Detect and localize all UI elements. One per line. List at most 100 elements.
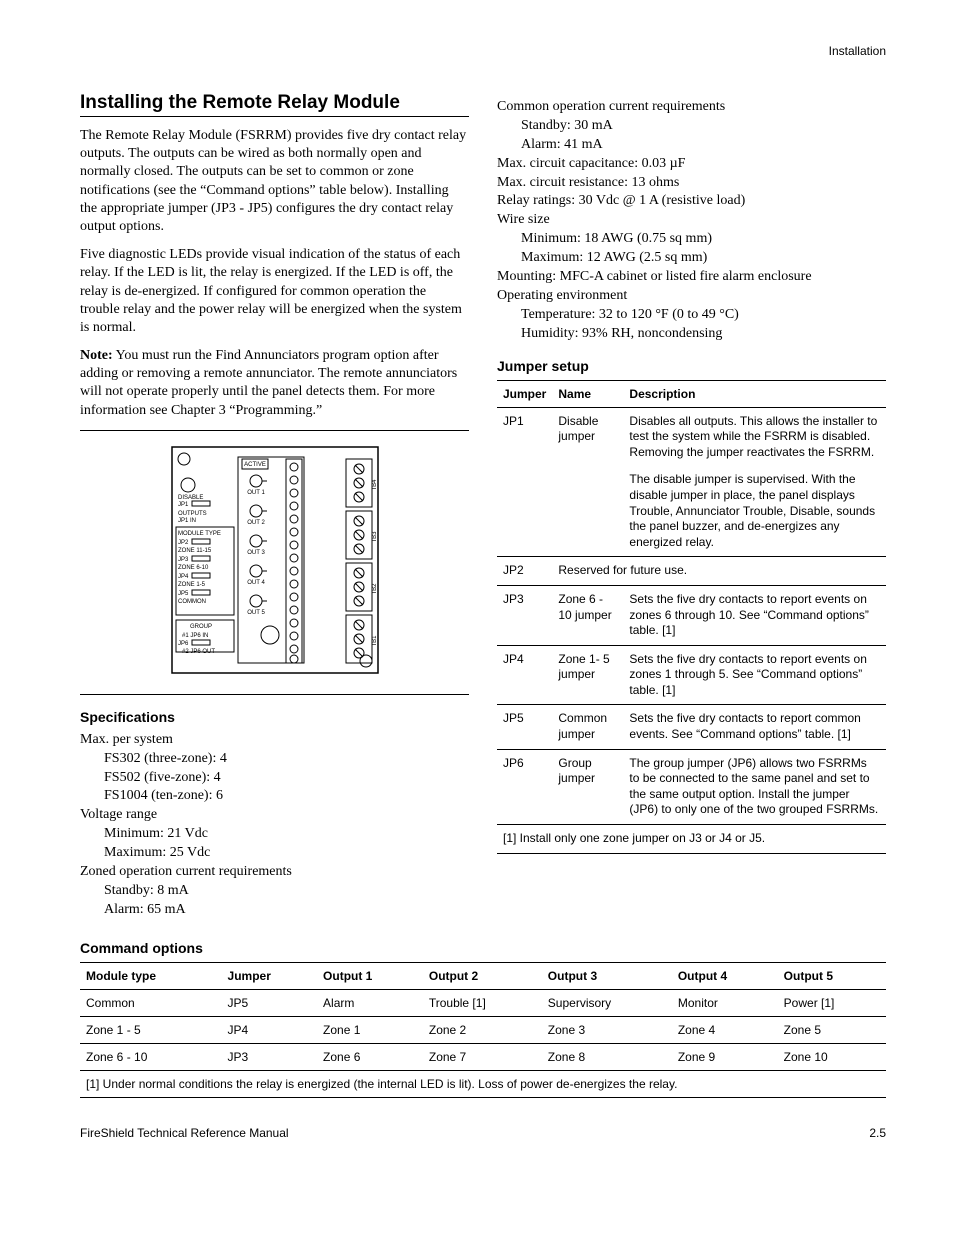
svg-text:JP5: JP5 — [178, 591, 189, 597]
spec-line: Operating environment — [497, 287, 886, 306]
svg-text:JP2: JP2 — [178, 540, 189, 546]
jumper-row: JP3Zone 6 - 10 jumperSets the five dry c… — [497, 585, 886, 645]
cmd-header: Output 1 — [317, 962, 423, 989]
cell-name: Zone 6 - 10 jumper — [552, 585, 623, 645]
cmd-cell: Zone 1 — [317, 1016, 423, 1043]
cmd-row: Zone 1 - 5JP4Zone 1Zone 2Zone 3Zone 4Zon… — [80, 1016, 886, 1043]
header-section: Installation — [829, 44, 886, 58]
note-body: You must run the Find Annunciators progr… — [80, 348, 457, 418]
cmd-cell: JP3 — [222, 1043, 318, 1070]
cmd-cell: Zone 9 — [672, 1043, 778, 1070]
svg-text:ZONE 11-15: ZONE 11-15 — [178, 548, 212, 554]
spec-line: Voltage range — [80, 806, 469, 825]
svg-text:#1 JP6 IN: #1 JP6 IN — [182, 633, 208, 639]
cmd-header: Module type — [80, 962, 222, 989]
spec-line: Alarm: 65 mA — [104, 901, 469, 920]
cmd-header: Output 3 — [542, 962, 672, 989]
cmd-cell: Monitor — [672, 989, 778, 1016]
svg-text:OUT 5: OUT 5 — [247, 610, 265, 616]
jumper-col-jumper: Jumper — [497, 380, 552, 407]
left-column: Installing the Remote Relay Module The R… — [80, 92, 469, 926]
cell-desc: The disable jumper is supervised. With t… — [623, 466, 886, 556]
cmd-cell: Zone 6 - 10 — [80, 1043, 222, 1070]
cell-desc: Sets the five dry contacts to report com… — [623, 705, 886, 749]
jumper-footnote: [1] Install only one zone jumper on J3 o… — [497, 825, 886, 854]
specifications-heading: Specifications — [80, 709, 469, 725]
cmd-header: Output 2 — [423, 962, 542, 989]
cmd-header: Jumper — [222, 962, 318, 989]
intro-p1: The Remote Relay Module (FSRRM) provides… — [80, 127, 469, 236]
cell-jumper: JP1 — [497, 407, 552, 466]
spec-line: FS502 (five-zone): 4 — [104, 769, 469, 788]
cell-name: Common jumper — [552, 705, 623, 749]
spec-line: FS1004 (ten-zone): 6 — [104, 787, 469, 806]
spec-line: Max. circuit capacitance: 0.03 µF — [497, 155, 886, 174]
cmd-cell: Alarm — [317, 989, 423, 1016]
cmd-cell: Zone 8 — [542, 1043, 672, 1070]
spec-line: Minimum: 18 AWG (0.75 sq mm) — [521, 230, 886, 249]
cmd-cell: Supervisory — [542, 989, 672, 1016]
jumper-row: JP2Reserved for future use. — [497, 557, 886, 586]
page-footer: FireShield Technical Reference Manual 2.… — [80, 1126, 886, 1140]
svg-text:MODULE TYPE: MODULE TYPE — [178, 531, 221, 537]
cell-name: Zone 1- 5 jumper — [552, 645, 623, 705]
spec-line: Minimum: 21 Vdc — [104, 825, 469, 844]
cell-name: Group jumper — [552, 749, 623, 824]
cell-desc: Sets the five dry contacts to report eve… — [623, 585, 886, 645]
spec-line: Wire size — [497, 211, 886, 230]
figure-rule-bottom — [80, 694, 469, 695]
svg-text:ZONE 1-5: ZONE 1-5 — [178, 582, 206, 588]
figure-rule-top — [80, 430, 469, 431]
cell-desc: Disables all outputs. This allows the in… — [623, 407, 886, 466]
svg-text:OUT 3: OUT 3 — [247, 550, 265, 556]
jumper-row: JP6Group jumperThe group jumper (JP6) al… — [497, 749, 886, 824]
cell-jumper: JP4 — [497, 645, 552, 705]
cmd-cell: JP5 — [222, 989, 318, 1016]
spec-line: Standby: 30 mA — [521, 117, 886, 136]
jumper-col-name: Name — [552, 380, 623, 407]
board-diagram: DISABLE JP1 OUTPUTS JP1 IN MODULE TYPE J… — [80, 439, 469, 686]
svg-text:GROUP: GROUP — [190, 624, 212, 630]
svg-text:COMMON: COMMON — [178, 599, 206, 605]
cmd-cell: Power [1] — [778, 989, 886, 1016]
spec-line: Maximum: 12 AWG (2.5 sq mm) — [521, 249, 886, 268]
spec-line: Max. per system — [80, 731, 469, 750]
jumper-row-cont: The disable jumper is supervised. With t… — [497, 466, 886, 556]
svg-text:#2 JP6 OUT: #2 JP6 OUT — [182, 649, 215, 655]
spec-line: Standby: 8 mA — [104, 882, 469, 901]
svg-text:ZONE 6-10: ZONE 6-10 — [178, 565, 209, 571]
command-options-table: Module typeJumperOutput 1Output 2Output … — [80, 962, 886, 1098]
svg-text:JP1: JP1 — [178, 502, 189, 508]
spec-line: Max. circuit resistance: 13 ohms — [497, 174, 886, 193]
intro-p3: Note: You must run the Find Annunciators… — [80, 347, 469, 420]
jumper-row: JP1Disable jumperDisables all outputs. T… — [497, 407, 886, 466]
svg-text:OUTPUTS: OUTPUTS — [178, 511, 207, 517]
spec-line: Temperature: 32 to 120 °F (0 to 49 °C) — [521, 306, 886, 325]
svg-text:DISABLE: DISABLE — [178, 495, 203, 501]
cmd-cell: Zone 1 - 5 — [80, 1016, 222, 1043]
spec-line: Relay ratings: 30 Vdc @ 1 A (resistive l… — [497, 192, 886, 211]
svg-text:OUT 2: OUT 2 — [247, 520, 265, 526]
cmd-cell: Zone 2 — [423, 1016, 542, 1043]
command-options-heading: Command options — [80, 940, 886, 956]
cell-jumper: JP2 — [497, 557, 552, 586]
cmd-cell: Zone 7 — [423, 1043, 542, 1070]
cell-desc: The group jumper (JP6) allows two FSRRMs… — [623, 749, 886, 824]
specifications-list-right: Common operation current requirementsSta… — [497, 98, 886, 344]
jumper-setup-heading: Jumper setup — [497, 358, 886, 374]
cell-desc: Sets the five dry contacts to report eve… — [623, 645, 886, 705]
cmd-footnote: [1] Under normal conditions the relay is… — [80, 1070, 886, 1097]
cmd-header: Output 4 — [672, 962, 778, 989]
svg-text:TB1: TB1 — [372, 635, 378, 647]
svg-text:TB4: TB4 — [372, 479, 378, 491]
jumper-table: Jumper Name Description JP1Disable jumpe… — [497, 380, 886, 854]
cmd-cell: Trouble [1] — [423, 989, 542, 1016]
cmd-row: Zone 6 - 10JP3Zone 6Zone 7Zone 8Zone 9Zo… — [80, 1043, 886, 1070]
cmd-cell: JP4 — [222, 1016, 318, 1043]
right-column: Common operation current requirementsSta… — [497, 92, 886, 926]
page-title: Installing the Remote Relay Module — [80, 92, 469, 117]
cell-desc: Reserved for future use. — [552, 557, 886, 586]
cmd-cell: Zone 4 — [672, 1016, 778, 1043]
spec-line: Common operation current requirements — [497, 98, 886, 117]
svg-text:JP3: JP3 — [178, 557, 189, 563]
